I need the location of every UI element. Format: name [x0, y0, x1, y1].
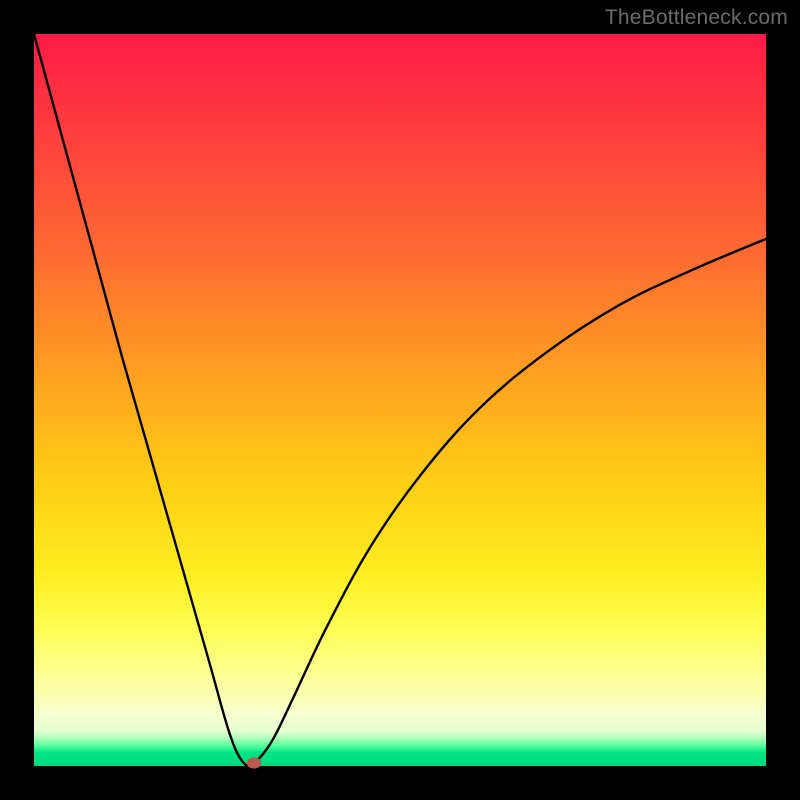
bottleneck-curve: [34, 34, 766, 766]
plot-area: [34, 34, 766, 766]
watermark-text: TheBottleneck.com: [605, 6, 788, 30]
chart-frame: TheBottleneck.com: [0, 0, 800, 800]
min-marker: [247, 758, 261, 769]
